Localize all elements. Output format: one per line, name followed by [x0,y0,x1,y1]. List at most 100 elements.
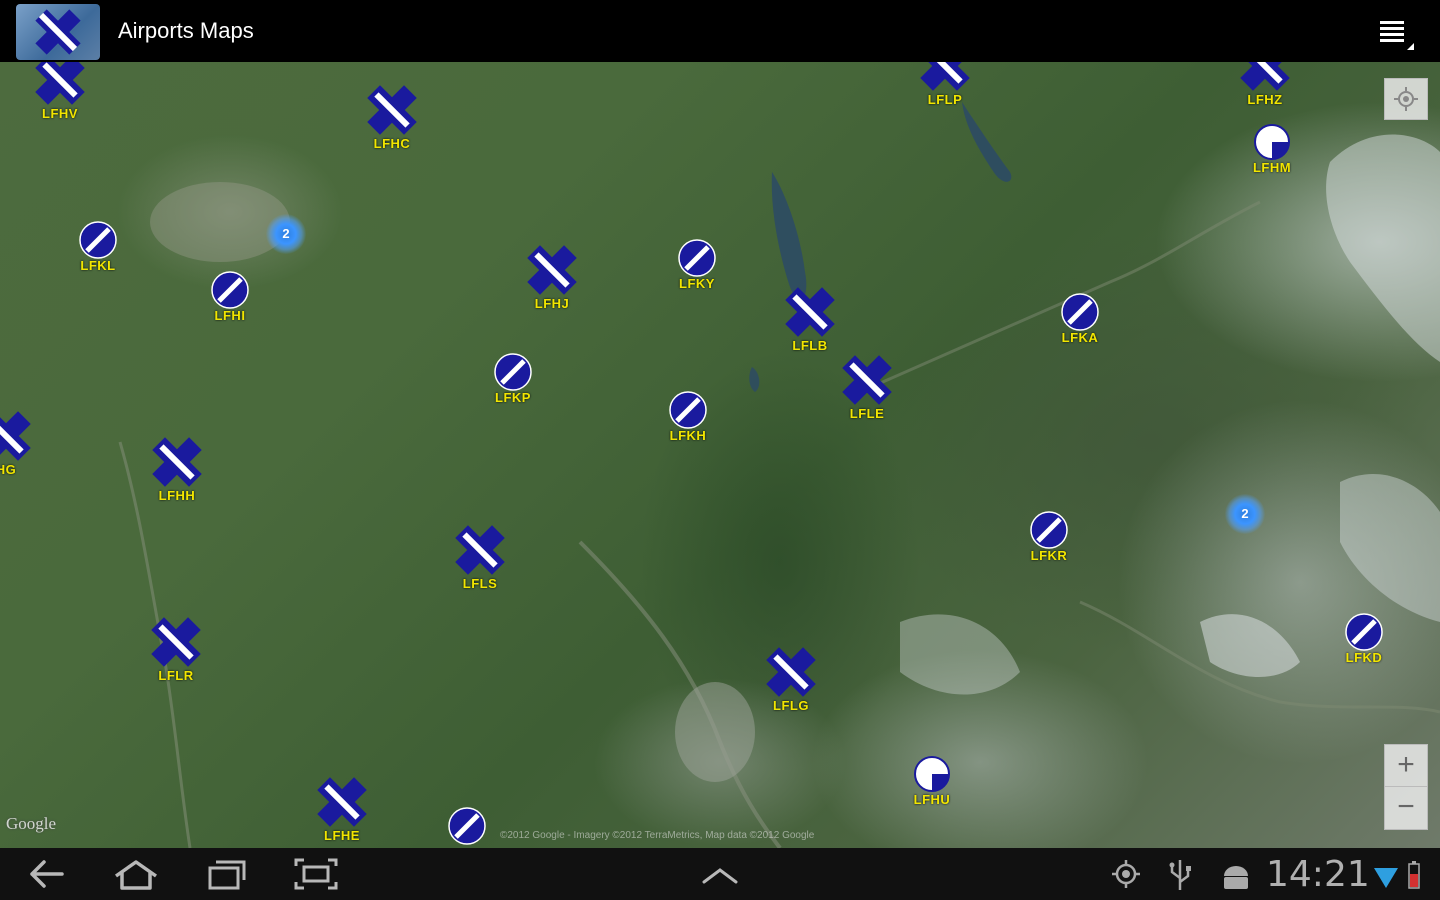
airport-code-label: LFKP [495,390,531,405]
zoom-controls: + − [1384,744,1428,830]
cluster-count: 2 [282,226,290,241]
airport-marker[interactable]: LFLR [136,614,216,683]
airport-marker[interactable]: LFHM [1232,122,1312,175]
map-copyright: ©2012 Google - Imagery ©2012 TerraMetric… [500,830,815,841]
airport-marker[interactable]: LFKH [648,390,728,443]
airfield-disc-icon [427,806,507,846]
app-title: Airports Maps [118,18,254,43]
airfield-disc-icon [657,238,737,278]
airport-marker[interactable]: LFHH [137,434,217,503]
overflow-menu-icon[interactable] [1380,18,1414,50]
airport-cross-icon [0,408,46,464]
airport-cross-icon [1225,62,1305,94]
gps-icon [1108,854,1148,894]
airport-cross-icon [905,62,985,94]
airport-cross-icon [20,62,100,108]
airport-code-label: LFLB [792,338,828,353]
airport-marker[interactable]: LFHI [190,270,270,323]
airport-code-label: LFHH [158,488,196,503]
airfield-disc-icon [473,352,553,392]
airport-cross-icon [827,352,907,408]
screenshot-icon[interactable] [286,854,346,894]
airport-marker[interactable] [427,806,507,846]
airport-marker[interactable]: LFLE [827,352,907,421]
airport-marker[interactable]: LFHV [20,62,100,121]
airport-marker[interactable]: LFLG [751,644,831,713]
airport-code-label: LFLS [462,576,498,591]
airport-code-label: LFKR [1030,548,1068,563]
up-chevron-icon[interactable] [690,854,750,894]
airport-code-label: LFKA [1061,330,1099,345]
airport-code-label: LFHV [42,106,78,121]
recent-apps-icon[interactable] [196,854,256,894]
airport-cross-icon [770,284,850,340]
airfield-disc-icon [648,390,728,430]
airport-marker[interactable]: LFKA [1040,292,1120,345]
battery-icon [1402,854,1426,894]
airport-marker[interactable]: LFHC [352,82,432,151]
my-location-button[interactable] [1384,78,1428,120]
cluster-count: 2 [1241,506,1249,521]
airport-cross-icon [440,522,520,578]
cluster-marker[interactable]: 2 [266,214,306,254]
zoom-out-button[interactable]: − [1385,786,1427,828]
app-icon[interactable] [16,4,100,60]
google-logo: Google [6,814,57,833]
airport-marker[interactable]: LFHJ [512,242,592,311]
airport-code-label: LFHZ [1247,92,1283,107]
airfield-half-icon [1232,122,1312,162]
map-view[interactable]: LFHV LFHC LFLP LFHZ LFHM LFKL LFHI LFHJ LFKY LFLB… [0,62,1440,848]
airport-code-label: LFHE [324,828,360,843]
airfield-half-icon [892,754,972,794]
airport-marker[interactable]: LFHU [892,754,972,807]
wifi-icon [1372,854,1400,894]
airport-code-label: LFKL [80,258,116,273]
airport-cross-icon [751,644,831,700]
airport-marker[interactable]: LFKP [473,352,553,405]
status-clock: 14:21 [1266,854,1370,895]
airport-cross-icon [352,82,432,138]
airport-marker[interactable]: LFKL [58,220,138,273]
airport-marker[interactable]: LFKR [1009,510,1089,563]
app-screen: Airports Maps LFHV LFHC LFLP LFHZ LFHM L… [0,0,1440,900]
crosshair-icon [1394,87,1418,111]
zoom-in-button[interactable]: + [1385,745,1427,786]
airport-code-label: HG [0,462,17,477]
android-icon [1216,854,1256,894]
airport-marker[interactable]: LFLS [440,522,520,591]
airport-cross-icon [512,242,592,298]
cluster-marker[interactable]: 2 [1225,494,1265,534]
airport-cross-icon [136,614,216,670]
airfield-disc-icon [1040,292,1120,332]
system-bar: 14:21 [0,848,1440,900]
back-icon[interactable] [16,854,76,894]
airport-cross-icon [302,774,382,830]
airport-marker[interactable]: LFHZ [1225,62,1305,107]
airport-marker[interactable]: LFHE [302,774,382,843]
airport-cross-icon [137,434,217,490]
airport-code-label: LFHI [214,308,246,323]
airport-code-label: LFKH [669,428,707,443]
usb-icon [1162,854,1202,894]
airport-code-label: LFLE [849,406,885,421]
airport-marker[interactable]: LFKD [1324,612,1404,665]
airport-code-label: LFHM [1252,160,1292,175]
airfield-disc-icon [1009,510,1089,550]
airport-marker[interactable]: LFKY [657,238,737,291]
airport-code-label: LFKY [679,276,715,291]
airport-code-label: LFHJ [534,296,570,311]
airfield-disc-icon [58,220,138,260]
airport-code-label: LFKD [1345,650,1383,665]
action-bar: Airports Maps [0,0,1440,62]
airport-code-label: LFLR [158,668,194,683]
airport-code-label: LFHU [913,792,951,807]
airport-code-label: LFHC [373,136,411,151]
home-icon[interactable] [106,854,166,894]
airport-code-label: LFLP [927,92,963,107]
airport-code-label: LFLG [773,698,809,713]
airport-marker[interactable]: LFLP [905,62,985,107]
airport-marker[interactable]: HG [0,408,46,477]
airport-marker[interactable]: LFLB [770,284,850,353]
airfield-disc-icon [1324,612,1404,652]
airfield-disc-icon [190,270,270,310]
